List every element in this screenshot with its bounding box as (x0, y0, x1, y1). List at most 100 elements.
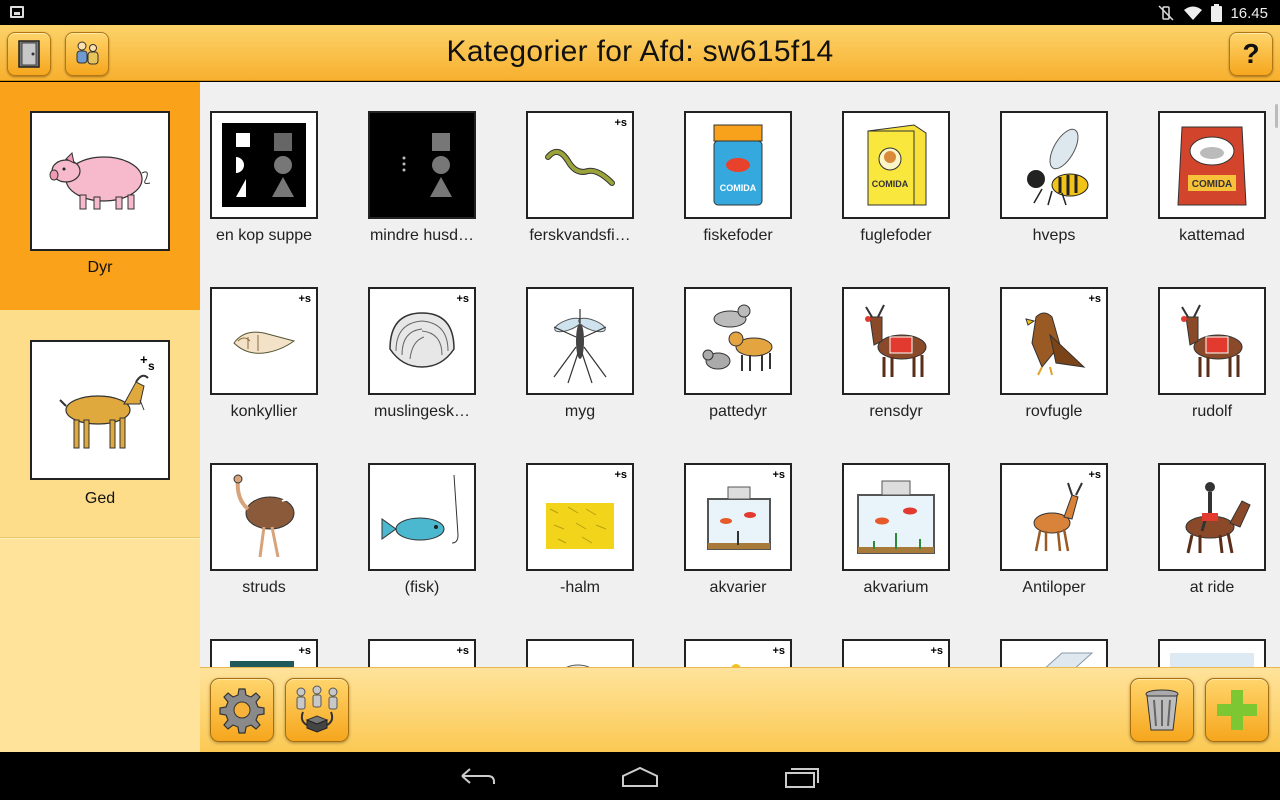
category-thumbnail (30, 111, 170, 251)
shapes-gray-icon (370, 113, 474, 217)
grid-item-label: fuglefoder (860, 227, 932, 244)
wasp-icon (1027, 128, 1089, 206)
grid-item-label: rovfugle (1025, 403, 1083, 420)
help-button[interactable]: ? (1229, 32, 1273, 76)
copy-to-profiles-icon (296, 685, 338, 733)
grid-item-label: at ride (1189, 579, 1235, 596)
grid-item[interactable]: +s rovfugle (990, 258, 1120, 433)
grid-item-label: konkyllier (230, 403, 298, 420)
conch-shell-icon (233, 331, 296, 354)
grid-item-partial[interactable] (990, 610, 1120, 667)
grid-item[interactable]: +s konkyllier (200, 258, 330, 433)
battery-icon (1211, 4, 1223, 22)
settings-button[interactable] (210, 678, 274, 742)
pictogram-partial-icon (731, 664, 741, 667)
pictogram-partial-icon (1170, 653, 1254, 667)
pig-icon (49, 151, 151, 210)
grid-item-label: ferskvandsfi… (529, 227, 631, 244)
plus-icon (1217, 690, 1257, 730)
grid-item[interactable]: pattedyr (674, 258, 804, 433)
pictogram-partial-icon (230, 661, 294, 667)
grid-item-label: muslingesk… (373, 403, 471, 420)
sidebar-item-ged[interactable]: + s Ged (0, 310, 200, 538)
grid-item[interactable]: at ride (1148, 434, 1278, 609)
gear-icon (219, 688, 265, 734)
hay-bale-icon (546, 503, 614, 549)
svg-text:s: s (148, 359, 155, 373)
pictogram-partial-icon (566, 664, 590, 667)
grid-item[interactable]: akvarium (832, 434, 962, 609)
grid-item[interactable]: rudolf (1148, 258, 1278, 433)
top-bar: Kategorier for Afd: sw615f14 ? (0, 25, 1280, 81)
grid-item-partial[interactable]: +s (674, 610, 804, 667)
delete-button[interactable] (1130, 678, 1194, 742)
home-icon[interactable] (620, 764, 660, 790)
notification-image-icon (10, 6, 24, 18)
ostrich-icon (233, 474, 295, 558)
grid-item-label: (fisk) (404, 579, 440, 596)
plus-s-badge: +s (930, 645, 943, 657)
recent-apps-icon[interactable] (782, 764, 822, 790)
android-nav-bar (0, 752, 1280, 800)
pictogram-partial-icon (1045, 652, 1094, 667)
grid-item[interactable]: +s Antiloper (990, 434, 1120, 609)
grid-item-partial[interactable]: +s (200, 610, 330, 667)
grid-item[interactable]: rensdyr (832, 258, 962, 433)
grid-item-partial[interactable] (516, 610, 646, 667)
grid-item-label: en kop suppe (215, 227, 313, 244)
grid-item-label: hveps (1032, 227, 1076, 244)
grid-item-label: Antiloper (1022, 579, 1086, 596)
svg-text:+: + (140, 352, 148, 367)
grid-item-partial[interactable]: +s (358, 610, 488, 667)
grid-item[interactable]: COMIDA kattemad (1148, 82, 1278, 257)
grid-item-label: kattemad (1179, 227, 1245, 244)
mosquito-icon (553, 309, 607, 384)
grid-item[interactable]: mindre husd… (358, 82, 488, 257)
horse-rider-icon (1185, 482, 1251, 554)
pictogram-grid: en kop suppe mindre husd… +s ferskvandsf… (200, 82, 1280, 667)
grid-item[interactable]: COMIDA fuglefoder (832, 82, 962, 257)
grid-item-label: akvarier (709, 579, 767, 596)
rudolph-icon (1181, 304, 1243, 377)
mammals-icon (702, 304, 773, 371)
plus-s-badge: +s (456, 645, 469, 657)
reindeer-icon (865, 304, 927, 377)
eel-icon (545, 148, 615, 186)
grid-item-label: rudolf (1191, 403, 1233, 420)
svg-text:COMIDA: COMIDA (720, 183, 757, 193)
grid-item-label: struds (242, 579, 286, 596)
grid-item-partial[interactable]: +s (832, 610, 962, 667)
grid-item[interactable]: myg (516, 258, 646, 433)
cat-food-bag-icon: COMIDA (1177, 126, 1247, 206)
grid-item-label: myg (564, 403, 596, 420)
grid-item[interactable]: hveps (990, 82, 1120, 257)
grid-item[interactable]: +s akvarier (674, 434, 804, 609)
grid-item-partial[interactable] (1148, 610, 1278, 667)
grid-item[interactable]: +s -halm (516, 434, 646, 609)
fish-on-hook-icon (381, 474, 459, 544)
grid-item[interactable]: +s ferskvandsfi… (516, 82, 646, 257)
aquarium-icon (707, 486, 771, 550)
wifi-icon (1184, 6, 1203, 20)
grid-item[interactable]: en kop suppe (200, 82, 330, 257)
grid-item[interactable]: (fisk) (358, 434, 488, 609)
sidebar-item-label: Dyr (87, 259, 113, 276)
grid-item-label: -halm (559, 579, 600, 596)
add-button[interactable] (1205, 678, 1269, 742)
sidebar-item-dyr[interactable]: Dyr (0, 82, 200, 310)
grid-item-label: pattedyr (709, 403, 767, 420)
grid-item[interactable]: struds (200, 434, 330, 609)
goat-icon: + s (59, 352, 155, 449)
grid-item[interactable]: +s muslingesk… (358, 258, 488, 433)
grid-item-label: mindre husd… (369, 227, 475, 244)
grid-item-label: rensdyr (869, 403, 923, 420)
shapes-white-icon (222, 123, 306, 207)
bottom-toolbar (200, 667, 1280, 752)
back-icon[interactable] (458, 764, 498, 790)
vibrate-muted-icon (1158, 5, 1174, 21)
sidebar-empty-area (0, 539, 200, 752)
status-bar: 16.45 (0, 0, 1280, 25)
svg-text:COMIDA: COMIDA (1192, 179, 1233, 190)
copy-to-profiles-button[interactable] (285, 678, 349, 742)
grid-item[interactable]: COMIDA fiskefoder (674, 82, 804, 257)
